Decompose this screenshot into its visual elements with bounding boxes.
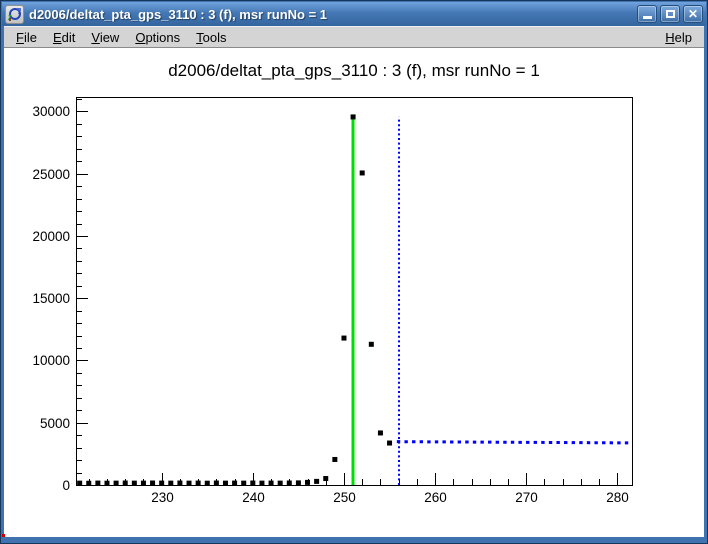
- data-point: [150, 481, 155, 486]
- x-tick-label: 250: [333, 490, 356, 505]
- data-point: [132, 481, 137, 486]
- maximize-icon: [666, 10, 675, 18]
- data-point: [269, 481, 274, 486]
- menu-options[interactable]: Options: [127, 28, 188, 47]
- data-point: [250, 481, 255, 486]
- data-point: [241, 481, 246, 486]
- y-tick-label: 30000: [32, 104, 70, 119]
- data-point: [296, 480, 301, 485]
- data-point: [332, 457, 337, 462]
- maximize-button[interactable]: [660, 5, 680, 23]
- data-point: [323, 476, 328, 481]
- data-point: [360, 170, 365, 175]
- data-point: [387, 441, 392, 446]
- x-tick-label: 260: [424, 490, 447, 505]
- window-controls: ✕: [637, 5, 703, 23]
- resize-grip-dot: [2, 534, 5, 537]
- menu-file[interactable]: File: [8, 28, 45, 47]
- menu-view[interactable]: View: [83, 28, 127, 47]
- data-point: [123, 481, 128, 486]
- x-tick-label: 280: [606, 490, 629, 505]
- x-tick-label: 230: [151, 490, 174, 505]
- close-button[interactable]: ✕: [683, 5, 703, 23]
- data-point: [351, 114, 356, 119]
- data-point: [232, 481, 237, 486]
- data-point: [341, 336, 346, 341]
- data-point: [214, 481, 219, 486]
- data-point: [86, 481, 91, 486]
- data-point: [95, 481, 100, 486]
- y-tick-label: 5000: [40, 416, 70, 431]
- data-point: [196, 481, 201, 486]
- data-point: [187, 481, 192, 486]
- x-tick-label: 270: [515, 490, 538, 505]
- y-tick-label: 0: [62, 478, 70, 493]
- y-tick-label: 25000: [32, 167, 70, 182]
- close-icon: ✕: [688, 8, 698, 20]
- data-point: [205, 481, 210, 486]
- data-point: [287, 481, 292, 486]
- y-tick-label: 20000: [32, 229, 70, 244]
- data-point: [259, 481, 264, 486]
- minimize-icon: [643, 16, 652, 19]
- title-bar[interactable]: d2006/deltat_pta_gps_3110 : 3 (f), msr r…: [2, 2, 706, 26]
- data-point: [114, 481, 119, 486]
- data-point: [314, 479, 319, 484]
- minimize-button[interactable]: [637, 5, 657, 23]
- menu-tools[interactable]: Tools: [188, 28, 234, 47]
- data-point: [378, 430, 383, 435]
- data-point: [159, 481, 164, 486]
- window-title: d2006/deltat_pta_gps_3110 : 3 (f), msr r…: [29, 7, 632, 22]
- data-point: [177, 481, 182, 486]
- theory-line: [397, 442, 631, 443]
- plot-area[interactable]: 230 240 250 260 270 280 0 5000 10000 15000 20000 25…: [4, 48, 704, 537]
- y-axis: 0 5000 10000 15000 20000 25000 30000: [32, 100, 88, 494]
- data-point: [77, 481, 82, 486]
- root-logo-icon: [7, 7, 22, 22]
- data-points: [77, 114, 392, 485]
- menu-bar: File Edit View Options Tools Help: [4, 26, 704, 48]
- data-point: [278, 481, 283, 486]
- menu-edit[interactable]: Edit: [45, 28, 83, 47]
- root-app-icon[interactable]: [5, 5, 24, 24]
- y-tick-label: 15000: [32, 291, 70, 306]
- y-tick-label: 10000: [32, 353, 70, 368]
- data-point: [305, 480, 310, 485]
- data-point: [223, 481, 228, 486]
- root-canvas-window: d2006/deltat_pta_gps_3110 : 3 (f), msr r…: [0, 0, 708, 544]
- x-axis: 230 240 250 260 270 280: [90, 473, 629, 505]
- data-point: [369, 342, 374, 347]
- x-tick-label: 240: [242, 490, 265, 505]
- plot-canvas[interactable]: d2006/deltat_pta_gps_3110 : 3 (f), msr r…: [4, 48, 704, 537]
- data-point: [168, 481, 173, 486]
- menu-help[interactable]: Help: [657, 28, 700, 47]
- data-point: [104, 481, 109, 486]
- data-point: [141, 481, 146, 486]
